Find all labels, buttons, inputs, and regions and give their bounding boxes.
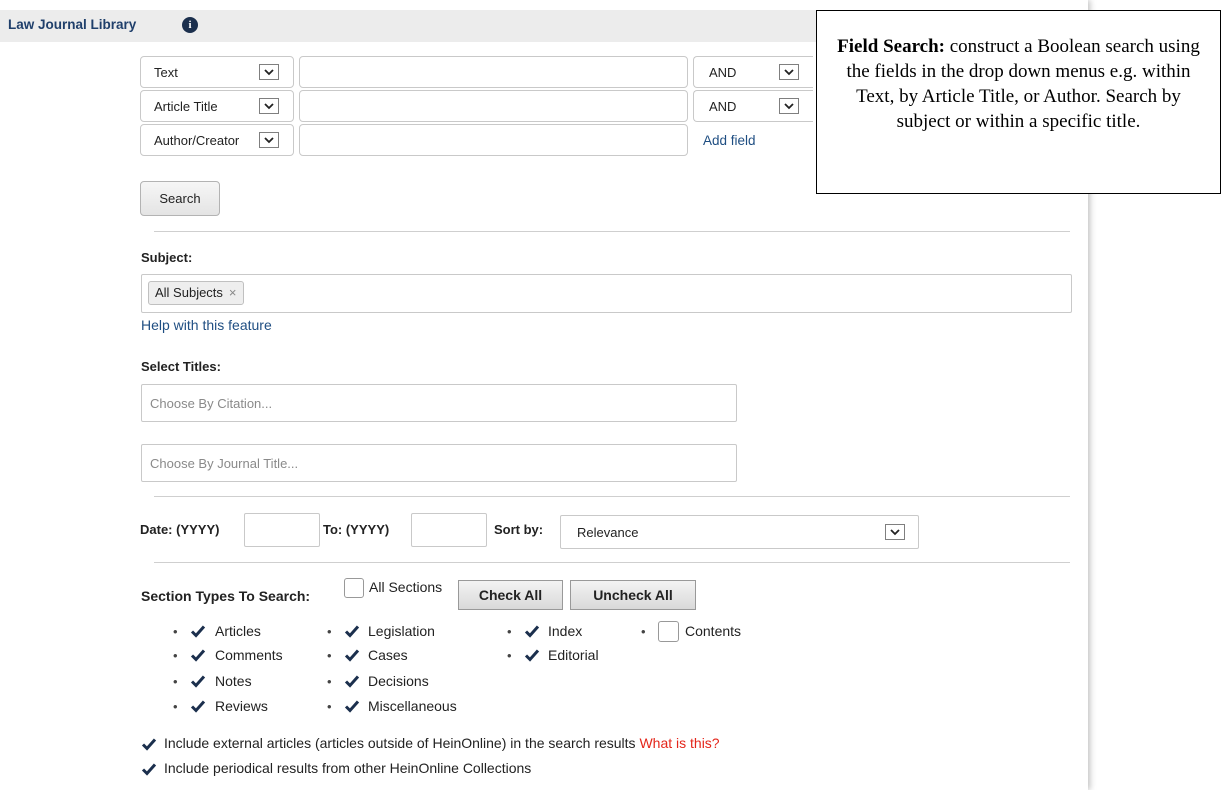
bullet: • [641, 624, 646, 639]
check-all-button[interactable]: Check All [458, 580, 563, 610]
all-sections-label: All Sections [369, 579, 443, 595]
periodical-results-label: Include periodical results from other He… [164, 760, 532, 776]
all-sections-checkbox[interactable] [344, 578, 364, 598]
external-articles-text: Include external articles (articles outs… [164, 735, 636, 751]
field-select-3-value: Author/Creator [154, 133, 240, 148]
index-checkbox[interactable] [524, 623, 540, 639]
section-option-label: Articles [215, 623, 261, 639]
external-articles-checkbox[interactable] [141, 736, 157, 752]
tag-remove-icon[interactable]: × [229, 285, 237, 300]
search-term-input-2[interactable] [299, 90, 688, 122]
operator-select-1[interactable]: AND [693, 56, 813, 88]
callout-heading: Field Search: [837, 36, 945, 57]
sort-select[interactable]: Relevance [560, 515, 919, 549]
field-select-1-value: Text [154, 65, 178, 80]
cases-checkbox[interactable] [344, 647, 360, 663]
section-option-label: Index [548, 623, 583, 639]
uncheck-all-button[interactable]: Uncheck All [570, 580, 696, 610]
articles-checkbox[interactable] [190, 623, 206, 639]
section-option-label: Editorial [548, 647, 599, 663]
bullet: • [173, 624, 178, 639]
editorial-checkbox[interactable] [524, 647, 540, 663]
bullet: • [327, 624, 332, 639]
bullet: • [327, 674, 332, 689]
section-types-label: Section Types To Search: [141, 588, 311, 604]
section-option-label: Contents [685, 623, 742, 639]
operator-select-2-value: AND [709, 99, 737, 114]
notes-checkbox[interactable] [190, 673, 206, 689]
comments-checkbox[interactable] [190, 647, 206, 663]
section-option-label: Comments [215, 647, 283, 663]
divider [154, 562, 1070, 563]
search-term-input-3[interactable] [299, 124, 688, 156]
chevron-down-icon[interactable] [779, 98, 799, 114]
bullet: • [173, 648, 178, 663]
external-articles-label: Include external articles (articles outs… [164, 735, 720, 751]
date-to-label: To: (YYYY) [323, 522, 390, 537]
add-field-link[interactable]: Add field [703, 133, 756, 148]
miscellaneous-checkbox[interactable] [344, 698, 360, 714]
subject-tag: All Subjects × [148, 281, 244, 305]
operator-select-2[interactable]: AND [693, 90, 813, 122]
chevron-down-icon[interactable] [259, 98, 279, 114]
bullet: • [173, 699, 178, 714]
subject-input[interactable]: All Subjects × [141, 274, 1072, 313]
select-titles-label: Select Titles: [141, 359, 221, 374]
decisions-checkbox[interactable] [344, 673, 360, 689]
sort-label: Sort by: [494, 522, 544, 537]
divider [154, 231, 1070, 232]
field-select-2[interactable]: Article Title [140, 90, 294, 122]
periodical-results-checkbox[interactable] [141, 761, 157, 777]
divider [154, 496, 1070, 497]
sort-select-value: Relevance [577, 525, 639, 540]
page-title: Law Journal Library [8, 17, 137, 32]
citation-input[interactable]: Choose By Citation... [141, 384, 737, 422]
subject-tag-label: All Subjects [155, 285, 223, 300]
search-term-input-1[interactable] [299, 56, 688, 88]
operator-select-1-value: AND [709, 65, 737, 80]
reviews-checkbox[interactable] [190, 698, 206, 714]
chevron-down-icon[interactable] [259, 132, 279, 148]
bullet: • [507, 648, 512, 663]
date-to-input[interactable] [411, 513, 487, 547]
bullet: • [507, 624, 512, 639]
section-option-label: Legislation [368, 623, 435, 639]
subject-label: Subject: [141, 250, 193, 265]
info-icon[interactable]: i [182, 17, 198, 33]
field-select-2-value: Article Title [154, 99, 218, 114]
what-is-this-link[interactable]: What is this? [639, 735, 719, 751]
citation-placeholder: Choose By Citation... [150, 396, 273, 411]
journal-title-placeholder: Choose By Journal Title... [150, 456, 299, 471]
section-option-label: Miscellaneous [368, 698, 457, 714]
date-from-input[interactable] [244, 513, 320, 547]
date-from-label: Date: (YYYY) [140, 522, 220, 537]
section-option-label: Notes [215, 673, 252, 689]
chevron-down-icon[interactable] [779, 64, 799, 80]
journal-title-input[interactable]: Choose By Journal Title... [141, 444, 737, 482]
chevron-down-icon[interactable] [259, 64, 279, 80]
bullet: • [327, 648, 332, 663]
section-option-label: Cases [368, 647, 408, 663]
field-search-callout: Field Search: construct a Boolean search… [816, 10, 1221, 194]
search-button[interactable]: Search [140, 181, 220, 216]
field-select-3[interactable]: Author/Creator [140, 124, 294, 156]
help-link[interactable]: Help with this feature [141, 317, 272, 333]
bullet: • [327, 699, 332, 714]
field-select-1[interactable]: Text [140, 56, 294, 88]
contents-checkbox[interactable] [658, 621, 679, 642]
chevron-down-icon[interactable] [885, 524, 905, 540]
section-option-label: Decisions [368, 673, 429, 689]
legislation-checkbox[interactable] [344, 623, 360, 639]
bullet: • [173, 674, 178, 689]
section-option-label: Reviews [215, 698, 268, 714]
